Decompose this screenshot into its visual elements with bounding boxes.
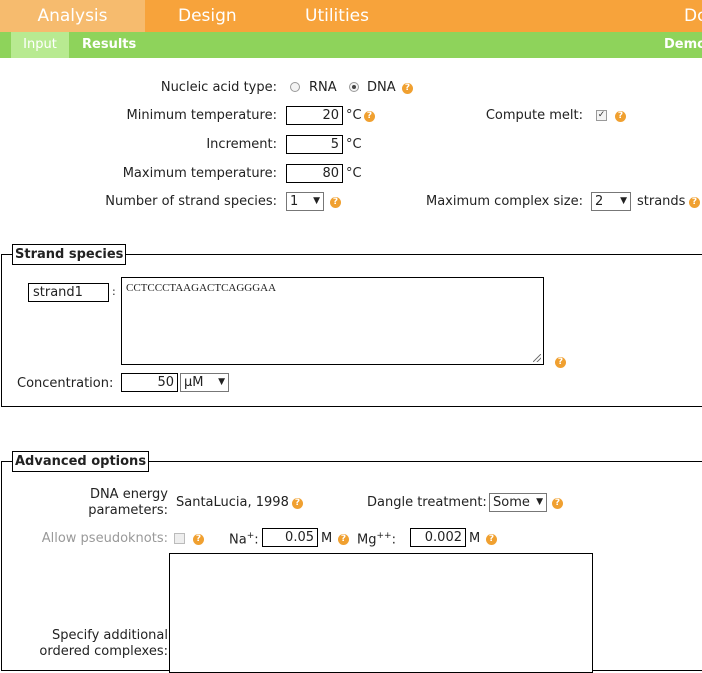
advanced-options-legend: Advanced options — [12, 451, 150, 472]
help-icon[interactable]: ? — [552, 498, 563, 509]
dna-label: DNA — [367, 80, 396, 95]
help-icon[interactable]: ? — [193, 534, 204, 545]
rna-label: RNA — [309, 80, 337, 95]
max-complex-select[interactable]: 2 ▼ — [591, 192, 631, 211]
dropdown-arrow-icon: ▼ — [536, 497, 543, 507]
dna-energy-value: SantaLucia, 1998 — [176, 495, 289, 510]
dna-radio[interactable] — [349, 82, 359, 92]
tab-design-partial[interactable]: Do — [684, 0, 702, 32]
mg-colon: : — [391, 532, 396, 548]
min-temp-unit: °C — [346, 108, 362, 123]
subtab-input[interactable]: Input — [11, 32, 69, 58]
na-label-text: Na — [229, 532, 247, 548]
mg-label-text: Mg — [357, 532, 377, 548]
tab-analysis[interactable]: Analysis — [0, 0, 145, 32]
dna-energy-label-line2: parameters: — [88, 503, 168, 518]
concentration-unit-select[interactable]: µM ▼ — [180, 373, 229, 392]
na-colon: : — [254, 532, 259, 548]
tab-utilities[interactable]: Utilities — [305, 0, 369, 32]
mg-charge: ++ — [376, 531, 392, 541]
min-temp-label: Minimum temperature: — [126, 108, 277, 123]
min-temp-input[interactable]: 20 — [286, 106, 343, 125]
dangle-treatment-label: Dangle treatment: — [367, 495, 487, 510]
mg-label: Mg++: — [357, 531, 396, 547]
strand-sequence-textarea[interactable]: CCTCCCTAAGACTCAGGGAA — [121, 277, 544, 365]
help-icon[interactable]: ? — [364, 111, 375, 122]
top-nav: Analysis Design Utilities Do — [0, 0, 702, 32]
help-icon[interactable]: ? — [615, 111, 626, 122]
mg-concentration-input[interactable]: 0.002 — [410, 528, 466, 547]
sub-nav: Input Results Demo — [0, 32, 702, 58]
strand-species-label: Number of strand species: — [105, 194, 277, 209]
strands-unit: strands — [637, 194, 686, 209]
concentration-input[interactable]: 50 — [121, 373, 178, 392]
help-icon[interactable]: ? — [486, 534, 497, 545]
help-icon[interactable]: ? — [338, 534, 349, 545]
tab-design[interactable]: Design — [178, 0, 237, 32]
strand-separator: : — [112, 285, 116, 298]
increment-label: Increment: — [206, 137, 277, 152]
dangle-treatment-value: Some — [493, 495, 530, 510]
max-temp-unit: °C — [346, 166, 362, 181]
mg-unit: M — [469, 531, 481, 546]
nucleic-acid-label: Nucleic acid type: — [160, 80, 277, 95]
compute-melt-checkbox[interactable]: ✓ — [596, 110, 607, 121]
resize-handle-icon[interactable] — [533, 354, 541, 362]
demo-link[interactable]: Demo — [664, 32, 702, 58]
max-complex-value: 2 — [595, 194, 604, 209]
strand-species-value: 1 — [290, 194, 299, 209]
dropdown-arrow-icon: ▼ — [313, 196, 320, 206]
max-complex-label: Maximum complex size: — [426, 194, 583, 209]
max-temp-label: Maximum temperature: — [122, 166, 277, 181]
max-temp-input[interactable]: 80 — [286, 164, 343, 183]
help-icon[interactable]: ? — [555, 357, 566, 368]
rna-radio[interactable] — [290, 82, 300, 92]
help-icon[interactable]: ? — [689, 197, 700, 208]
strand-species-select[interactable]: 1 ▼ — [286, 192, 324, 211]
concentration-label: Concentration: — [17, 376, 114, 391]
dangle-treatment-select[interactable]: Some ▼ — [489, 493, 547, 512]
pseudoknots-label: Allow pseudoknots: — [41, 531, 168, 546]
help-icon[interactable]: ? — [402, 83, 413, 94]
compute-melt-label: Compute melt: — [485, 108, 583, 123]
dna-energy-label-line1: DNA energy — [89, 487, 168, 502]
na-unit: M — [321, 531, 333, 546]
dropdown-arrow-icon: ▼ — [620, 196, 627, 206]
dropdown-arrow-icon: ▼ — [218, 377, 225, 387]
ordered-complexes-label-line1: Specify additional — [52, 628, 168, 643]
pseudoknots-checkbox[interactable] — [174, 533, 185, 544]
strand-name-input[interactable]: strand1 — [28, 283, 109, 302]
help-icon[interactable]: ? — [292, 498, 303, 509]
strand-sequence: CCTCCCTAAGACTCAGGGAA — [126, 282, 277, 294]
na-label: Na+: — [229, 531, 259, 547]
concentration-unit-value: µM — [184, 375, 204, 390]
increment-input[interactable]: 5 — [286, 135, 343, 154]
ordered-complexes-textarea[interactable] — [169, 553, 593, 673]
strand-species-legend: Strand species — [12, 244, 127, 265]
subtab-results[interactable]: Results — [82, 32, 136, 58]
help-icon[interactable]: ? — [330, 197, 341, 208]
ordered-complexes-label-line2: ordered complexes: — [39, 644, 168, 659]
increment-unit: °C — [346, 137, 362, 152]
na-concentration-input[interactable]: 0.05 — [262, 528, 318, 547]
